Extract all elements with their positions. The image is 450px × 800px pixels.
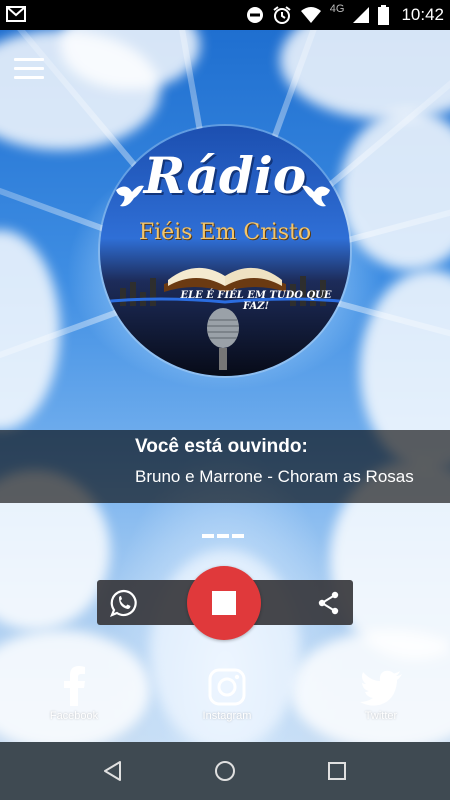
microphone-icon — [207, 308, 239, 370]
instagram-label: Instagram — [202, 710, 252, 722]
now-playing-banner: Você está ouvindo: Bruno e Marrone - Cho… — [0, 430, 450, 503]
home-icon[interactable] — [212, 758, 238, 784]
now-playing-track: Bruno e Marrone - Choram as Rosas — [135, 467, 414, 486]
dove-right-icon — [302, 185, 330, 207]
signal-icon — [353, 7, 370, 23]
twitter-icon — [360, 670, 402, 706]
back-icon[interactable] — [100, 758, 126, 784]
facebook-link[interactable]: Facebook — [24, 662, 124, 722]
share-icon[interactable] — [317, 591, 341, 615]
facebook-icon — [64, 666, 85, 706]
recents-icon[interactable] — [324, 758, 350, 784]
page-indicator — [202, 534, 244, 538]
instagram-link[interactable]: Instagram — [177, 662, 277, 722]
dove-left-icon — [116, 185, 144, 207]
stop-button[interactable] — [187, 566, 261, 640]
now-playing-label: Você está ouvindo: — [135, 436, 308, 457]
hamburger-menu-icon[interactable] — [14, 58, 44, 80]
network-type: 4G — [329, 3, 345, 15]
mail-icon — [6, 6, 26, 22]
logo-subtitle: Fiéis Em Cristo — [138, 220, 312, 245]
alarm-icon — [273, 6, 291, 24]
battery-icon — [378, 5, 390, 25]
do-not-disturb-icon — [246, 7, 263, 23]
clock: 10:42 — [401, 5, 444, 24]
stop-icon — [212, 591, 236, 615]
navigation-bar — [0, 742, 450, 800]
bible-icon — [164, 267, 286, 292]
twitter-label: Twitter — [364, 710, 398, 722]
instagram-icon — [208, 668, 246, 706]
twitter-link[interactable]: Twitter — [331, 662, 431, 722]
facebook-label: Facebook — [49, 710, 99, 722]
station-logo: Rádio Fiéis Em Cristo ELE É FIÉL EM TUDO… — [100, 126, 350, 376]
status-bar: 4G 10:42 — [0, 0, 450, 30]
whatsapp-icon[interactable] — [109, 588, 139, 618]
wifi-icon — [300, 7, 321, 23]
logo-tagline: ELE É FIÉL EM TUDO QUE FAZ! — [180, 290, 332, 312]
